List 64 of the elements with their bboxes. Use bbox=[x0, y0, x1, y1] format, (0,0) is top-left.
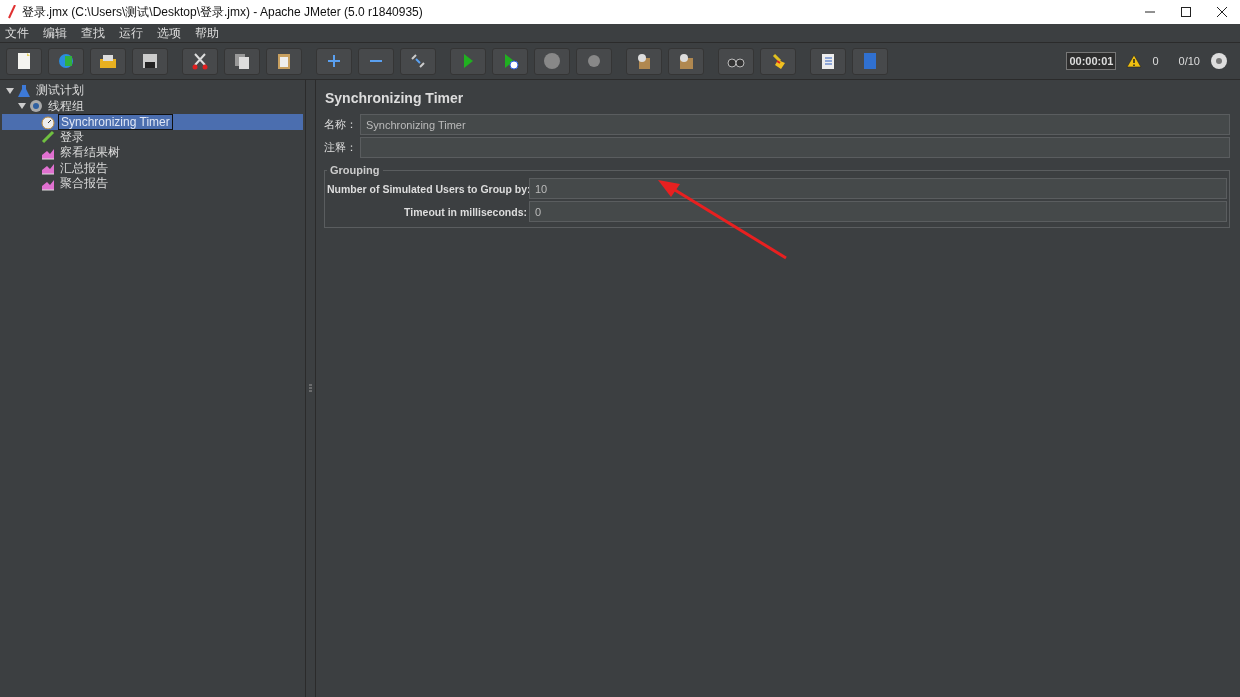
menu-item[interactable]: 编辑 bbox=[43, 24, 67, 42]
comment-field[interactable] bbox=[360, 137, 1230, 158]
clipboard-button[interactable] bbox=[266, 47, 302, 75]
pencil-icon bbox=[41, 130, 55, 145]
help-book-button[interactable] bbox=[852, 47, 888, 75]
copy-button[interactable] bbox=[224, 47, 260, 75]
panel-title: Synchronizing Timer bbox=[325, 90, 465, 106]
remote-globe-icon bbox=[1210, 52, 1228, 70]
tree-item[interactable]: Synchronizing Timer bbox=[2, 114, 303, 130]
window-title: 登录.jmx (C:\Users\测试\Desktop\登录.jmx) - Apache JMeter (5.0 r1840935) bbox=[22, 3, 424, 21]
menu-item[interactable]: 查找 bbox=[81, 24, 105, 42]
tree-item[interactable]: 聚合报告 bbox=[2, 176, 303, 192]
group-title: Grouping bbox=[329, 164, 381, 176]
menu-item[interactable]: 运行 bbox=[119, 24, 143, 42]
comment-label: 注释： bbox=[324, 140, 358, 155]
tree-item[interactable]: 登录 bbox=[2, 129, 303, 145]
minus-icon bbox=[370, 60, 382, 62]
tree-item[interactable]: 线程组 bbox=[2, 98, 303, 114]
menu-item[interactable]: 文件 bbox=[5, 24, 29, 42]
play-no-pause-button[interactable] bbox=[492, 47, 528, 75]
name-field[interactable]: Synchronizing Timer bbox=[360, 114, 1230, 135]
binoculars-button[interactable] bbox=[718, 47, 754, 75]
tree-item[interactable]: 汇总报告 bbox=[2, 160, 303, 176]
minus-button[interactable] bbox=[358, 47, 394, 75]
menu-item[interactable]: 选项 bbox=[157, 24, 181, 42]
scissors-button[interactable] bbox=[182, 47, 218, 75]
stopwatch-icon bbox=[41, 114, 55, 129]
broom-button[interactable] bbox=[760, 47, 796, 75]
new-file-button[interactable] bbox=[6, 47, 42, 75]
expanded-arrow-icon[interactable] bbox=[18, 102, 26, 111]
plus-button[interactable] bbox=[316, 47, 352, 75]
toggle-button[interactable] bbox=[400, 47, 436, 75]
scissors-icon bbox=[190, 51, 210, 71]
stop-button[interactable] bbox=[534, 47, 570, 75]
warning-count: 0 bbox=[1152, 55, 1159, 67]
play-button[interactable] bbox=[450, 47, 486, 75]
close-icon[interactable] bbox=[1216, 6, 1228, 18]
globe-icon bbox=[56, 51, 76, 71]
maximize-icon[interactable] bbox=[1180, 6, 1192, 18]
gear-icon bbox=[29, 99, 43, 114]
floppy-disk-button[interactable] bbox=[132, 47, 168, 75]
flask-icon bbox=[17, 83, 31, 98]
expanded-arrow-icon[interactable] bbox=[6, 86, 14, 95]
field-label: Timeout in milliseconds: bbox=[403, 205, 528, 218]
field-label: Number of Simulated Users to Group by: bbox=[327, 182, 529, 195]
warning-icon bbox=[1126, 54, 1143, 68]
folder-button[interactable] bbox=[90, 47, 126, 75]
input-field[interactable]: 10 bbox=[529, 178, 1227, 199]
stop-icon bbox=[542, 51, 562, 71]
thread-count: 0/10 bbox=[1178, 55, 1200, 67]
list-button[interactable] bbox=[810, 47, 846, 75]
copy-icon bbox=[232, 51, 252, 71]
menu-item[interactable]: 帮助 bbox=[195, 24, 219, 42]
shutdown-button[interactable] bbox=[576, 47, 612, 75]
tree-item[interactable]: 测试计划 bbox=[2, 83, 303, 99]
clear-button[interactable] bbox=[626, 47, 662, 75]
splitter-handle-icon[interactable] bbox=[309, 383, 312, 394]
tree-item[interactable]: 察看结果树 bbox=[2, 145, 303, 161]
feather-icon bbox=[8, 5, 16, 19]
input-field[interactable]: 0 bbox=[529, 201, 1227, 222]
clear-all-button[interactable] bbox=[668, 47, 704, 75]
globe-button[interactable] bbox=[48, 47, 84, 75]
elapsed-time: 00:00:01 bbox=[1066, 52, 1117, 70]
name-label: 名称： bbox=[324, 117, 358, 132]
